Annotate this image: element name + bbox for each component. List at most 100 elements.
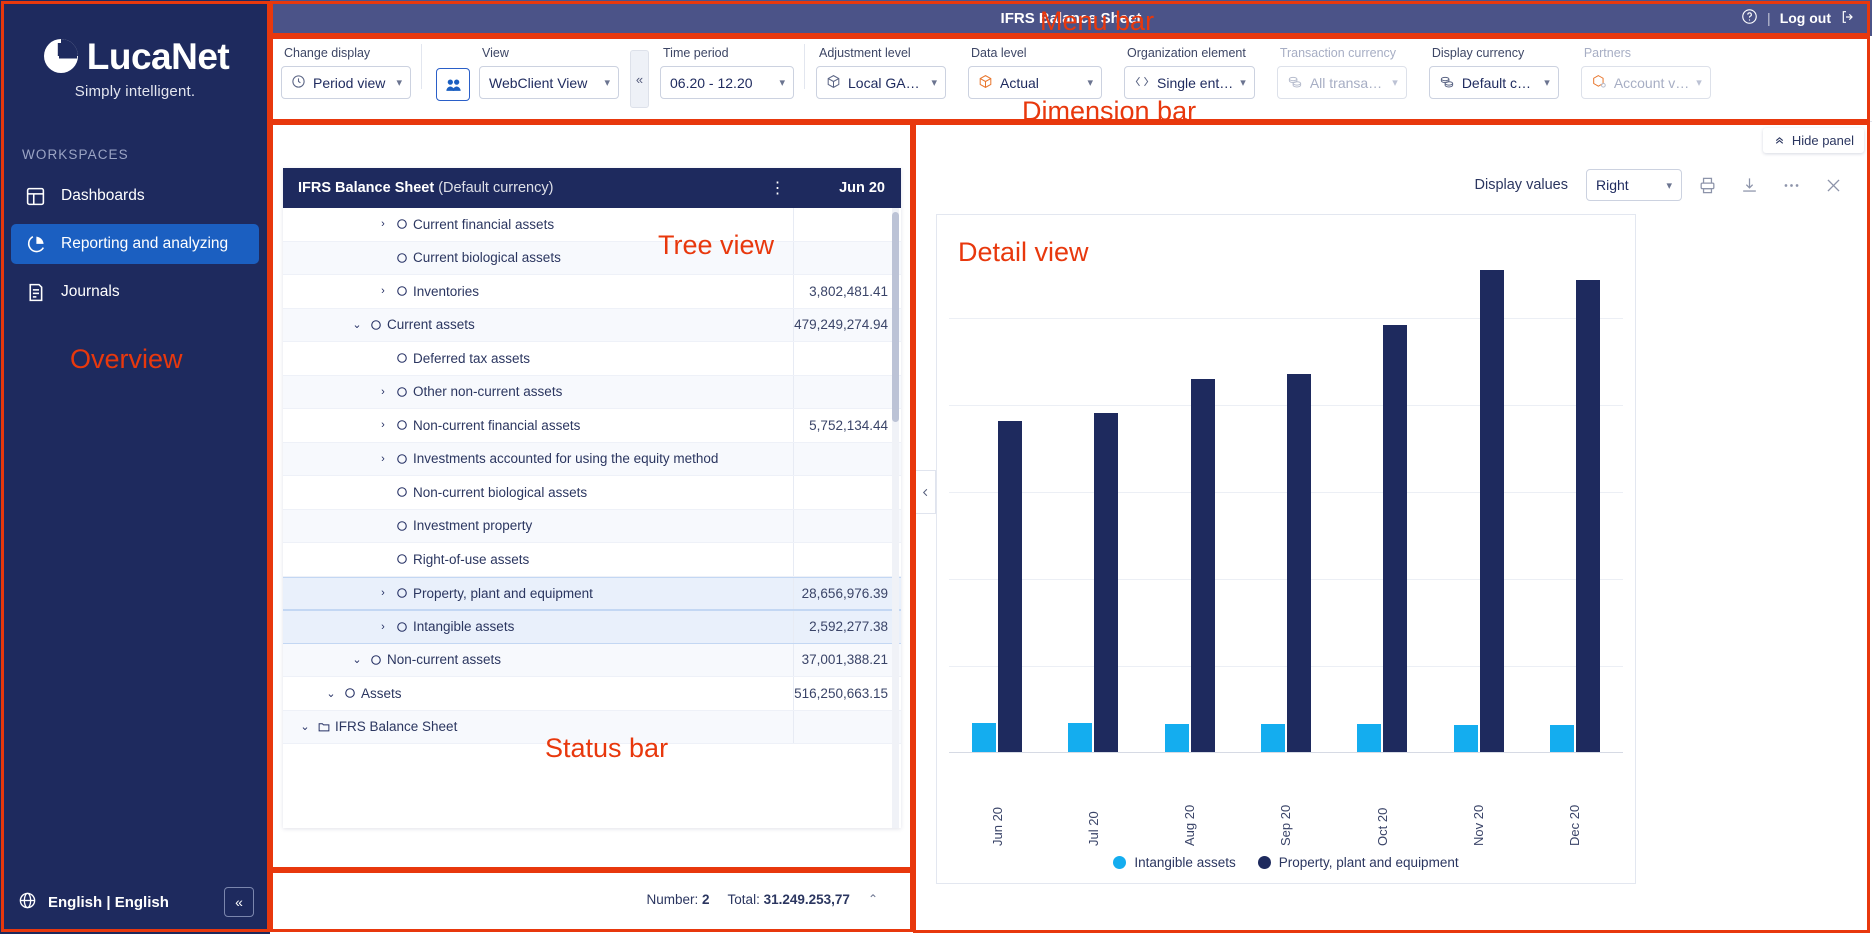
tree-node[interactable]: Non-current biological assets: [283, 485, 793, 500]
view-select[interactable]: WebClient View ▾: [479, 66, 619, 99]
coins-icon: [1439, 74, 1455, 92]
table-row[interactable]: ⌄ Non-current assets 37,001,388.21: [283, 643, 901, 677]
chevron-right-icon[interactable]: ›: [375, 621, 391, 633]
chart-bars: [949, 231, 1623, 753]
chart-bar[interactable]: [1575, 279, 1600, 753]
tree-node[interactable]: › Inventories: [283, 284, 793, 299]
table-row[interactable]: ⌄ Current assets 479,249,274.94: [283, 308, 901, 342]
more-horizontal-icon[interactable]: [1774, 169, 1808, 201]
chevron-down-icon[interactable]: ⌄: [297, 720, 313, 733]
change-display-select[interactable]: Period view ▾: [281, 66, 411, 99]
chart-bar[interactable]: [1453, 724, 1478, 753]
chart-bar[interactable]: [1479, 270, 1504, 753]
table-row[interactable]: › Investments accounted for using the equ…: [283, 442, 901, 476]
table-row[interactable]: Right-of-use assets: [283, 543, 901, 577]
chevron-right-icon[interactable]: ›: [375, 453, 391, 465]
table-row[interactable]: Current biological assets: [283, 241, 901, 275]
status-total-value: 31.249.253,77: [763, 891, 850, 907]
language-selector[interactable]: English | English: [18, 891, 169, 914]
tree-node[interactable]: ⌄ Assets: [283, 686, 793, 701]
chart-bar[interactable]: [1164, 723, 1189, 753]
annotation-label: Dimension bar: [1022, 96, 1197, 126]
chart-legend-item[interactable]: Intangible assets: [1113, 855, 1236, 870]
help-icon[interactable]: [1741, 8, 1758, 28]
chevron-right-icon[interactable]: ›: [375, 218, 391, 230]
display-currency-select[interactable]: Default c… ▾: [1428, 66, 1559, 99]
chevron-right-icon[interactable]: ›: [375, 285, 391, 297]
logout-icon[interactable]: [1840, 9, 1856, 28]
partners-select[interactable]: Account v… ▾: [1580, 66, 1711, 99]
tree-node[interactable]: › Non-current financial assets: [283, 418, 793, 433]
chart-bar[interactable]: [1190, 379, 1215, 753]
logout-button[interactable]: Log out: [1780, 10, 1831, 26]
time-period-select[interactable]: 06.20 - 12.20 ▾: [660, 66, 794, 99]
chart-bar[interactable]: [972, 722, 997, 753]
chart-bar[interactable]: [1357, 724, 1382, 753]
chevron-down-icon: ▾: [931, 77, 937, 89]
tree-node[interactable]: › Investments accounted for using the equ…: [283, 451, 793, 466]
sidebar-item-reporting-and-analyzing[interactable]: Reporting and analyzing: [11, 224, 259, 264]
table-row[interactable]: › Non-current financial assets 5,752,134.4…: [283, 409, 901, 443]
chevron-right-icon[interactable]: ›: [375, 419, 391, 431]
chevron-right-icon[interactable]: ›: [375, 587, 391, 599]
chart-bar[interactable]: [998, 420, 1023, 753]
tree-node[interactable]: › Intangible assets: [283, 619, 793, 634]
chevron-down-icon[interactable]: ⌄: [349, 653, 365, 666]
table-row[interactable]: ⌄ Assets 516,250,663.15: [283, 677, 901, 711]
tree-node[interactable]: ⌄ IFRS Balance Sheet: [283, 719, 793, 734]
dimension-time-period: Time period 06.20 - 12.20 ▾: [649, 36, 805, 99]
sidebar-item-dashboards[interactable]: Dashboards: [11, 176, 259, 216]
tree-node[interactable]: ⌄ Non-current assets: [283, 652, 793, 667]
chart-bar[interactable]: [1286, 373, 1311, 753]
tree-node[interactable]: Investment property: [283, 518, 793, 533]
print-icon[interactable]: [1690, 169, 1724, 201]
table-row[interactable]: Investment property: [283, 509, 901, 543]
chart-bar[interactable]: [1549, 725, 1574, 753]
tree-node[interactable]: ⌄ Current assets: [283, 317, 793, 332]
organization-element-select[interactable]: Single ent… ▾: [1124, 66, 1255, 99]
detail-toolbar: Display values Right ▾: [1465, 169, 1851, 201]
brand-tagline: Simply intelligent.: [74, 83, 196, 100]
chevron-right-icon[interactable]: ›: [375, 386, 391, 398]
folder-icon: [313, 720, 335, 733]
transaction-currency-select[interactable]: All transa… ▾: [1276, 66, 1407, 99]
table-row[interactable]: › Current financial assets: [283, 208, 901, 242]
tree-node[interactable]: › Property, plant and equipment: [283, 586, 793, 601]
detail-collapse-button[interactable]: [916, 470, 936, 514]
grid-scrollbar-thumb[interactable]: [892, 212, 899, 422]
table-row[interactable]: Deferred tax assets: [283, 342, 901, 376]
more-vertical-icon[interactable]: ⋮: [763, 178, 793, 198]
table-row[interactable]: › Inventories 3,802,481.41: [283, 275, 901, 309]
chart-legend-item[interactable]: Property, plant and equipment: [1257, 855, 1459, 870]
data-level-select[interactable]: Actual ▾: [968, 66, 1102, 99]
tree-node[interactable]: Deferred tax assets: [283, 351, 793, 366]
tree-node[interactable]: › Other non-current assets: [283, 384, 793, 399]
table-row[interactable]: › Intangible assets 2,592,277.38: [283, 610, 901, 644]
close-icon[interactable]: [1816, 169, 1850, 201]
chevron-up-icon[interactable]: ⌃: [868, 892, 878, 906]
adjustment-level-select[interactable]: Local GA… ▾: [816, 66, 946, 99]
sidebar-item-journals[interactable]: Journals: [11, 272, 259, 312]
chart-bar[interactable]: [1068, 723, 1093, 753]
chevron-down-icon[interactable]: ⌄: [349, 318, 365, 331]
tree-node-label: Non-current financial assets: [413, 417, 581, 433]
circle-icon: [391, 352, 413, 364]
chart-bar[interactable]: [1094, 413, 1119, 753]
compare-button[interactable]: [436, 68, 470, 101]
tree-node[interactable]: Right-of-use assets: [283, 552, 793, 567]
download-icon[interactable]: [1732, 169, 1766, 201]
table-row[interactable]: Non-current biological assets: [283, 476, 901, 510]
chevron-down-icon[interactable]: ⌄: [323, 687, 339, 700]
hide-panel-button[interactable]: Hide panel: [1762, 128, 1864, 153]
tree-node-value: [793, 342, 901, 375]
table-row[interactable]: › Other non-current assets: [283, 375, 901, 409]
dimension-collapse-button[interactable]: «: [630, 50, 649, 108]
display-values-position-select[interactable]: Right ▾: [1586, 169, 1682, 201]
sidebar-collapse-button[interactable]: «: [224, 887, 254, 917]
chart-bar[interactable]: [1260, 724, 1285, 753]
report-column-header[interactable]: Jun 20: [793, 180, 901, 196]
dimension-label: Change display: [284, 46, 371, 60]
table-row[interactable]: › Property, plant and equipment 28,656,976…: [283, 576, 901, 610]
chart-bar[interactable]: [1383, 324, 1408, 753]
report-title-text: IFRS Balance Sheet: [298, 180, 435, 196]
